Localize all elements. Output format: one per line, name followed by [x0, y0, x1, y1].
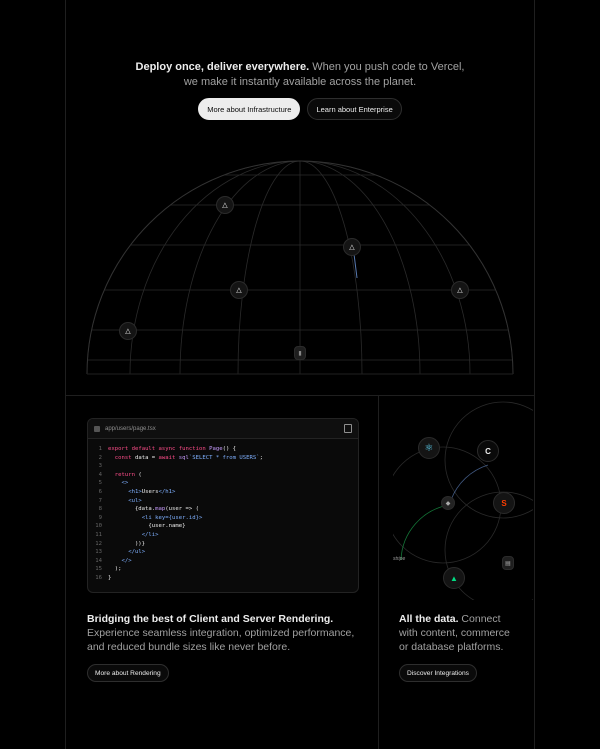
code-line: 12 ))}: [88, 540, 358, 549]
code-line: 6 <h1>Users</h1>: [88, 488, 358, 497]
code-text: );: [108, 566, 122, 573]
discover-integrations-button[interactable]: Discover Integrations: [399, 664, 477, 682]
data-title: All the data.: [399, 613, 459, 625]
line-number: 3: [98, 463, 102, 470]
rendering-text: Bridging the best of Client and Server R…: [87, 612, 367, 654]
code-text: {data.map(user => (: [108, 506, 199, 513]
code-editor-card: app/users/page.tsx 1 export default async…: [87, 418, 359, 593]
code-text: <>: [121, 480, 129, 487]
code-text: ))}: [108, 540, 146, 547]
rendering-title: Bridging the best of Client and Server R…: [87, 613, 334, 625]
svelte-icon: S: [493, 492, 515, 514]
rendering-body: Experience seamless integration, optimiz…: [87, 627, 355, 653]
code-line: 15 );: [88, 565, 358, 574]
line-number: 12: [95, 540, 102, 547]
learn-enterprise-button[interactable]: Learn about Enterprise: [307, 98, 402, 120]
center-icon: ◆: [441, 496, 455, 510]
line-number: 8: [98, 506, 102, 513]
hero-lead: Deploy once, deliver everywhere.: [135, 61, 310, 73]
code-header: app/users/page.tsx: [88, 419, 358, 439]
code-line: 8 {data.map(user => (: [88, 505, 358, 514]
line-number: 16: [95, 574, 102, 581]
hero-buttons: More about Infrastructure Learn about En…: [0, 98, 600, 120]
code-text: return (: [114, 471, 142, 478]
line-number: 11: [95, 531, 102, 538]
code-line: 10 {user.name}: [88, 522, 358, 531]
line-number: 13: [95, 549, 102, 556]
code-line: 4 return (: [88, 471, 358, 480]
line-number: 15: [95, 566, 102, 573]
grid-line-h1: [65, 395, 535, 396]
code-line: 2 const data = await sql`SELECT * from U…: [88, 454, 358, 463]
code-line: 14 </>: [88, 557, 358, 566]
react-icon: ⚛: [418, 437, 440, 459]
code-line: 11 </li>: [88, 531, 358, 540]
line-number: 6: [98, 488, 102, 495]
grid-line-mid: [378, 395, 379, 749]
edge-node-5: △: [119, 322, 137, 340]
code-text: </ul>: [128, 549, 146, 556]
copy-icon[interactable]: [344, 424, 352, 433]
code-line: 5 <>: [88, 479, 358, 488]
more-rendering-button[interactable]: More about Rendering: [87, 664, 169, 682]
code-text: </li>: [141, 531, 159, 538]
code-filename: app/users/page.tsx: [105, 425, 156, 432]
code-line: 9 <li key={user.id}>: [88, 514, 358, 523]
line-number: 4: [98, 471, 102, 478]
code-text: <h1>Users</h1>: [128, 488, 176, 495]
c-icon: C: [477, 440, 499, 462]
code-text: {user.name}: [108, 523, 186, 530]
line-number: 1: [98, 446, 102, 452]
database-icon: ▤: [502, 556, 514, 570]
code-line: 3: [88, 462, 358, 471]
edge-node-4: △: [451, 281, 469, 299]
line-number: 10: [95, 523, 102, 530]
code-line: 7 <ul>: [88, 497, 358, 506]
code-text: const data = await sql`SELECT * from USE…: [114, 454, 263, 461]
nuxt-icon: ▲: [443, 567, 465, 589]
line-number: 7: [98, 497, 102, 504]
file-icon: [94, 425, 100, 432]
code-line: 1 export default async function Page() {: [88, 445, 358, 454]
origin-node: ▮: [294, 346, 306, 360]
line-number: 9: [98, 514, 102, 521]
more-infrastructure-button[interactable]: More about Infrastructure: [198, 98, 301, 120]
code-text: <li key={user.id}>: [141, 514, 203, 521]
code-text: </>: [121, 557, 132, 564]
code-body: 1 export default async function Page() { 2…: [88, 439, 358, 583]
code-text: export default async function Page() {: [108, 446, 237, 452]
edge-node-2: △: [343, 238, 361, 256]
line-number: 2: [98, 454, 102, 461]
code-line: 13 </ul>: [88, 548, 358, 557]
code-text: <ul>: [128, 497, 142, 504]
edge-node-3: △: [230, 281, 248, 299]
code-line: 16}: [88, 574, 358, 583]
line-number: 5: [98, 480, 102, 487]
line-number: 14: [95, 557, 102, 564]
hero-text: Deploy once, deliver everywhere. When yo…: [0, 60, 600, 90]
code-text: }: [108, 574, 112, 581]
stripe-logo: stripe: [393, 556, 406, 562]
data-text: All the data. Connect with content, comm…: [399, 612, 517, 654]
edge-node-1: △: [216, 196, 234, 214]
